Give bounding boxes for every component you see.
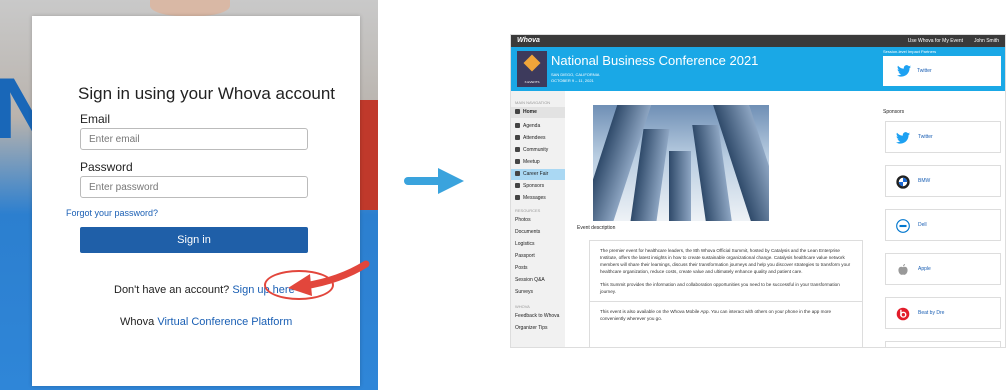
user-menu[interactable]: John Smith: [974, 38, 999, 44]
nav-item-meetup[interactable]: Meetup: [511, 157, 565, 168]
event-logo: X-EVENTS: [517, 51, 547, 87]
sponsor-card-partial[interactable]: [885, 341, 1001, 347]
footer-brand: Whova: [120, 316, 155, 328]
event-app-window: Whova Use Whova for My Event John Smith …: [510, 34, 1006, 348]
sponsor-card-dell[interactable]: Dell: [885, 209, 1001, 241]
nav-item-surveys[interactable]: Surveys: [511, 287, 565, 298]
meetup-icon: [515, 159, 520, 165]
nav-item-posts[interactable]: Posts: [511, 263, 565, 274]
sponsor-name: Dell: [918, 222, 927, 228]
sponsor-card-bmw[interactable]: BMW: [885, 165, 1001, 197]
top-bar: Whova Use Whova for My Event John Smith: [511, 35, 1005, 47]
nav-item-logistics[interactable]: Logistics: [511, 239, 565, 250]
nav-item-photos[interactable]: Photos: [511, 215, 565, 226]
sponsor-name: BMW: [918, 178, 931, 184]
hero-graphic: [669, 151, 691, 221]
background-graphic: [150, 0, 230, 16]
forgot-password-link[interactable]: Forgot your password?: [66, 208, 158, 218]
partner-name: Twitter: [917, 68, 932, 74]
dell-logo-icon: [896, 219, 910, 233]
email-field[interactable]: [80, 128, 308, 150]
nav-item-career-fair[interactable]: Career Fair: [511, 169, 565, 180]
home-icon: [515, 109, 520, 115]
event-hero-image: [593, 105, 769, 221]
beats-logo-icon: [896, 307, 910, 321]
transition-arrow-icon: [404, 168, 464, 194]
briefcase-icon: [515, 171, 520, 177]
twitter-icon: [896, 132, 910, 144]
nav-item-home[interactable]: Home: [511, 107, 565, 118]
nav-item-session-qa[interactable]: Session Q&A: [511, 275, 565, 286]
event-description: The premier event for healthcare leaders…: [589, 240, 863, 347]
bmw-logo-icon: [896, 175, 910, 189]
signin-button[interactable]: Sign in: [80, 227, 308, 253]
signin-title: Sign in using your Whova account: [78, 84, 336, 103]
nav-item-organizer-tips[interactable]: Organizer Tips: [511, 323, 565, 334]
virtual-platform-link[interactable]: Virtual Conference Platform: [157, 316, 292, 328]
sponsor-name: Beat by Dre: [918, 310, 945, 316]
chat-icon: [515, 147, 520, 153]
event-subtitle: SAN DIEGO, CALIFORNIA OCTOBER 9 – 11, 20…: [551, 72, 599, 84]
main-content: Event description The premier event for …: [577, 91, 873, 347]
password-label: Password: [80, 160, 133, 174]
email-label: Email: [80, 112, 111, 126]
event-title: National Business Conference 2021: [551, 53, 759, 68]
nav-item-community[interactable]: Community: [511, 145, 565, 156]
twitter-icon: [897, 65, 911, 77]
event-banner: X-EVENTS National Business Conference 20…: [511, 47, 1005, 91]
description-paragraph: The premier event for healthcare leaders…: [600, 248, 851, 274]
whova-logo[interactable]: Whova: [517, 37, 540, 44]
use-whova-link[interactable]: Use Whova for My Event: [908, 38, 963, 44]
event-logo-icon: [523, 54, 541, 72]
signin-card: Sign in using your Whova account Email P…: [32, 16, 360, 386]
nav-item-agenda[interactable]: Agenda: [511, 121, 565, 132]
event-logo-caption: X-EVENTS: [524, 80, 540, 84]
nav-item-passport[interactable]: Passport: [511, 251, 565, 262]
event-description-label: Event description: [577, 225, 616, 231]
nav-item-feedback[interactable]: Feedback to Whova: [511, 311, 565, 322]
sponsor-card-apple[interactable]: Apple: [885, 253, 1001, 285]
nav-item-attendees[interactable]: Attendees: [511, 133, 565, 144]
no-account-text: Don't have an account?: [114, 284, 230, 296]
calendar-icon: [515, 123, 520, 129]
event-dates: OCTOBER 9 – 11, 2021: [551, 78, 594, 83]
description-paragraph: This event is also available on the Whov…: [600, 309, 832, 321]
nav-item-sponsors[interactable]: Sponsors: [511, 181, 565, 192]
platform-footer: Whova Virtual Conference Platform: [120, 316, 292, 328]
partner-label: Session-level Impact Partners: [883, 49, 937, 54]
sponsors-panel: Sponsors Twitter BMW Dell Apple Beat by …: [883, 91, 1005, 347]
side-navigation: MAIN NAVIGATION Home Agenda Attendees Co…: [511, 91, 565, 347]
apple-logo-icon: [898, 264, 908, 275]
building-icon: [515, 183, 520, 189]
sponsor-card-twitter[interactable]: Twitter: [885, 121, 1001, 153]
sponsor-name: Twitter: [918, 134, 933, 140]
background-graphic: [360, 100, 378, 210]
nav-item-messages[interactable]: Messages: [511, 193, 565, 204]
nav-item-documents[interactable]: Documents: [511, 227, 565, 238]
divider: [590, 301, 862, 302]
annotation-arrow-icon: [288, 260, 370, 296]
partner-card[interactable]: Twitter: [883, 56, 1001, 86]
description-paragraph: This Summit provides the information and…: [600, 282, 840, 294]
people-icon: [515, 135, 520, 141]
sponsors-heading: Sponsors: [883, 109, 905, 115]
password-field[interactable]: [80, 176, 308, 198]
envelope-icon: [515, 195, 520, 201]
sponsor-card-beats[interactable]: Beat by Dre: [885, 297, 1001, 329]
sponsor-name: Apple: [918, 266, 931, 272]
